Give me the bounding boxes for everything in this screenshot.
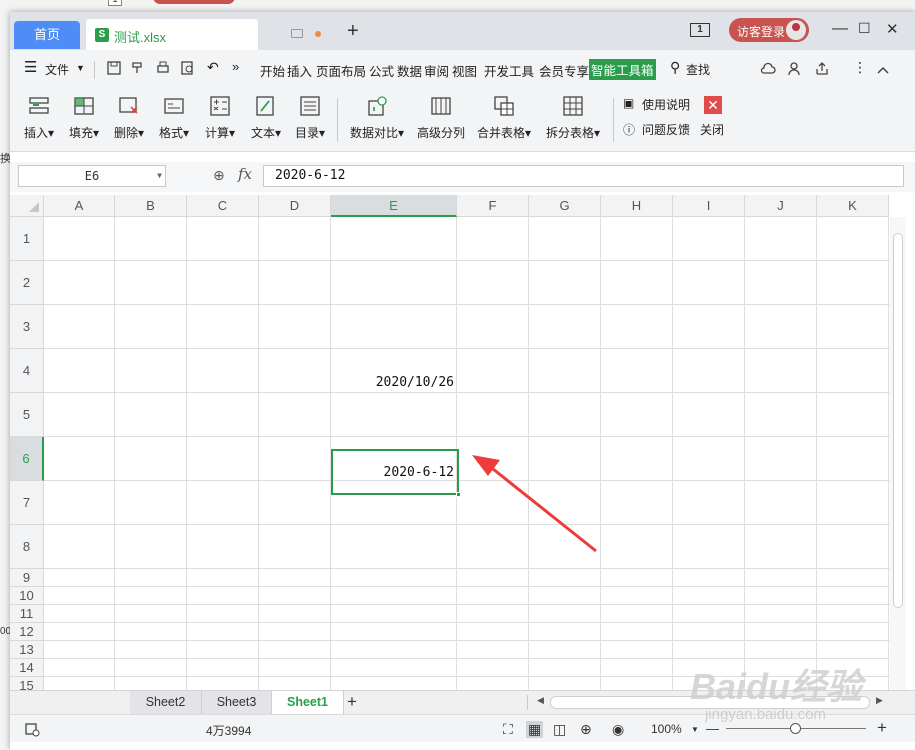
watermark-url: jingyan.baidu.com <box>705 706 826 723</box>
watermark-logo: Baidu经验 <box>690 666 863 707</box>
screen: 1 换 00 格 首页 S 测试.xlsx + 1 访客登录 — ☐ <box>0 0 915 750</box>
annotation-arrow <box>472 455 597 553</box>
